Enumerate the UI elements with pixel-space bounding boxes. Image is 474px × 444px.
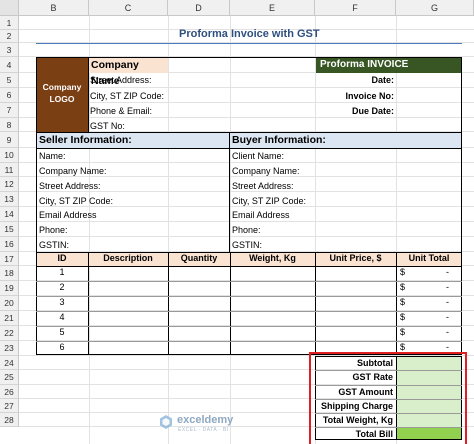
row-header[interactable]: 26 xyxy=(0,385,19,399)
column-header-e[interactable]: E xyxy=(230,0,315,16)
select-all-corner[interactable] xyxy=(0,0,19,16)
row-header[interactable]: 10 xyxy=(0,148,19,163)
border-line xyxy=(396,252,397,355)
border-line xyxy=(315,252,316,355)
row-header[interactable]: 18 xyxy=(0,266,19,281)
row-header[interactable]: 3 xyxy=(0,43,19,57)
border-line xyxy=(36,311,462,312)
border-line xyxy=(36,281,462,282)
row-header[interactable]: 17 xyxy=(0,252,19,266)
border-line xyxy=(88,57,89,132)
row-header[interactable]: 24 xyxy=(0,356,19,370)
row-header[interactable]: 25 xyxy=(0,370,19,385)
row-header[interactable]: 15 xyxy=(0,222,19,237)
row-header[interactable]: 28 xyxy=(0,413,19,427)
border-line xyxy=(168,252,169,355)
border-line xyxy=(36,266,462,267)
column-header-b[interactable]: B xyxy=(19,0,89,16)
border-line xyxy=(229,132,230,252)
border-line xyxy=(230,252,231,355)
border-line xyxy=(36,341,462,342)
row-header[interactable]: 1 xyxy=(0,16,19,30)
border-line xyxy=(36,132,462,133)
border-line xyxy=(36,326,462,327)
spreadsheet: B C D E F G 1 2 3 4 5 6 7 8 9 10 11 12 13 14 15 16 17 18 1… xyxy=(0,0,474,444)
border-line xyxy=(36,296,462,297)
row-header[interactable]: 11 xyxy=(0,163,19,177)
row-header[interactable]: 21 xyxy=(0,311,19,326)
row-header[interactable]: 6 xyxy=(0,88,19,103)
column-header-g[interactable]: G xyxy=(396,0,474,16)
row-header[interactable]: 5 xyxy=(0,73,19,88)
column-header-c[interactable]: C xyxy=(89,0,168,16)
row-header[interactable]: 19 xyxy=(0,281,19,296)
row-header[interactable]: 9 xyxy=(0,132,19,148)
row-header[interactable]: 4 xyxy=(0,57,19,73)
row-header[interactable]: 16 xyxy=(0,237,19,252)
row-header[interactable]: 27 xyxy=(0,399,19,413)
exceldemy-watermark: exceldemy EXCEL · DATA · BI xyxy=(158,412,278,436)
row-header[interactable]: 23 xyxy=(0,341,19,356)
row-header[interactable]: 7 xyxy=(0,103,19,118)
column-header-d[interactable]: D xyxy=(168,0,230,16)
watermark-brand: exceldemy xyxy=(177,414,234,426)
summary-highlight-frame xyxy=(309,352,467,444)
row-header[interactable]: 2 xyxy=(0,30,19,43)
border-line xyxy=(36,252,462,253)
row-header[interactable]: 8 xyxy=(0,118,19,132)
row-header[interactable]: 12 xyxy=(0,177,19,192)
border-line xyxy=(36,148,462,149)
row-header[interactable]: 22 xyxy=(0,326,19,341)
exceldemy-logo-icon xyxy=(158,414,174,430)
watermark-tagline: EXCEL · DATA · BI xyxy=(178,427,229,433)
column-header-f[interactable]: F xyxy=(315,0,396,16)
invoice-title: Proforma Invoice with GST xyxy=(179,28,320,40)
title-underline xyxy=(36,43,462,44)
row-header[interactable]: 20 xyxy=(0,296,19,311)
row-header[interactable]: 13 xyxy=(0,192,19,207)
row-header[interactable]: 14 xyxy=(0,207,19,222)
border-line xyxy=(88,252,89,355)
